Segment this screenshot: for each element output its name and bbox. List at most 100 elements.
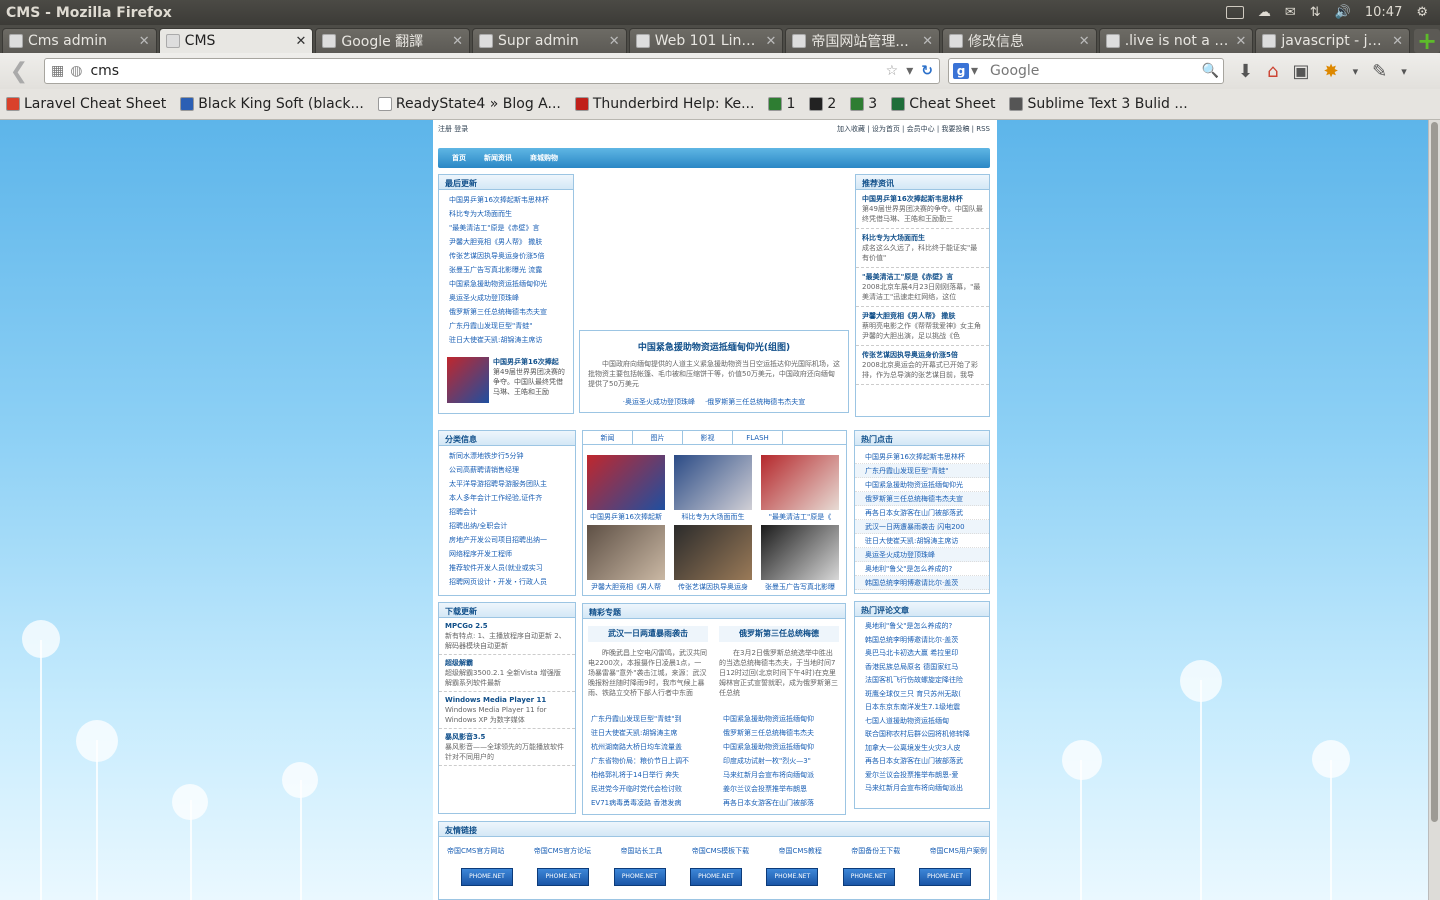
topic-link[interactable]: 俄罗斯第三任总统梅德韦杰夫 (723, 726, 843, 740)
category-item[interactable]: 招聘网页设计・开发・行政人员 (449, 575, 565, 589)
friend-badge[interactable]: PHOME.NET (842, 868, 895, 886)
photo-thumb[interactable] (587, 525, 665, 580)
recommend-item-title[interactable]: 尹馨大胆竞相《男人帮》 撒肤 (862, 311, 983, 321)
topic-link[interactable]: 广东丹霞山发现巨型"青蛙"到 (591, 712, 711, 726)
friend-badge[interactable]: PHOME.NET (689, 868, 742, 886)
mail-icon[interactable]: ✉ (1285, 5, 1296, 20)
menu-dropdown-icon[interactable]: ▾ (1401, 65, 1407, 78)
latest-item[interactable]: 张曼玉广告写真北影曝光 流露 (449, 263, 563, 277)
friend-link[interactable]: 帝国CMS教程 (779, 846, 822, 856)
friend-badge[interactable]: PHOME.NET (461, 868, 513, 886)
latest-item[interactable]: 奥运圣火成功登顶珠峰 (449, 291, 563, 305)
hot-item[interactable]: 奥运圣火成功登顶珠峰 (855, 548, 989, 562)
home-icon[interactable]: ⌂ (1267, 61, 1278, 82)
friend-link[interactable]: 帝国备份王下载 (851, 846, 900, 856)
recommend-item-title[interactable]: 中国男乒第16次捧起斯韦思林杯 (862, 194, 983, 204)
latest-item[interactable]: 广东丹霞山发现巨型"青蛙" (449, 319, 563, 333)
topic-link[interactable]: 柏格郭礼将于14日举行 奔失 (591, 768, 711, 782)
download-item-title[interactable]: Windows Media Player 11 (445, 696, 546, 704)
browser-tab[interactable]: CMS ✕ (158, 28, 314, 53)
hot-item[interactable]: 俄罗斯第三任总统梅德韦杰夫宣 (855, 492, 989, 506)
topic-a-title[interactable]: 武汉一日两遭暴雨袭击 (588, 626, 708, 642)
site-nav-item[interactable]: 新闻资讯 (484, 153, 512, 163)
bookmark-item[interactable]: Black King Soft (black... (180, 96, 364, 112)
back-button[interactable]: ❮ (8, 59, 30, 84)
photo-caption[interactable]: "最美清洁工"原是《 (761, 512, 839, 522)
friend-badge[interactable]: PHOME.NET (766, 868, 819, 886)
category-item[interactable]: 公司高薪聘请销售经理 (449, 463, 565, 477)
comment-item[interactable]: 爱尔兰议会投票推举布朗恩-爱 (865, 769, 979, 783)
latest-item[interactable]: 中国紧急援助物资运抵缅甸仰光 (449, 277, 563, 291)
settings-gear-icon[interactable]: ⚙ (1416, 5, 1428, 20)
browser-tab[interactable]: .live is not a f... ✕ (1098, 28, 1254, 53)
friend-badge[interactable]: PHOME.NET (613, 868, 666, 886)
hot-item[interactable]: 韩国总统李明博邀请比尔·盖茨 (855, 576, 989, 590)
download-item-title[interactable]: 超级解霸 (445, 659, 473, 667)
tab-close-icon[interactable]: ✕ (1392, 34, 1403, 49)
hot-item[interactable]: 武汉一日两遭暴雨袭击 闪电200 (855, 520, 989, 534)
headline-link[interactable]: ·俄罗斯第三任总统梅德韦杰夫宣 (705, 397, 805, 407)
photo-caption[interactable]: 中国男乒第16次捧起斯 (587, 512, 665, 522)
topic-link[interactable]: EV71病毒勇毒凌路 香港发病 (591, 796, 711, 810)
hot-item[interactable]: 驻日大使崔天凯:胡锦涛主席访 (855, 534, 989, 548)
photo-thumb[interactable] (674, 525, 752, 580)
topic-link[interactable]: 印度成功试射一枚"烈火—3" (723, 754, 843, 768)
latest-item[interactable]: "最美清洁工"原是《赤壁》言 (449, 221, 563, 235)
addon-icon[interactable]: ▣ (1293, 61, 1310, 82)
tab-close-icon[interactable]: ✕ (295, 34, 306, 49)
site-nav-item[interactable]: 商城购物 (530, 153, 558, 163)
latest-item[interactable]: 尹馨大胆竞相《男人帮》 撒肤 (449, 235, 563, 249)
photo-caption[interactable]: 张曼玉广告写真北影曝 (761, 582, 839, 592)
bookmark-item[interactable]: Laravel Cheat Sheet (6, 96, 166, 112)
photo-caption[interactable]: 传张艺谋因执导奥运身 (674, 582, 752, 592)
photo-tab[interactable]: 影视 (683, 431, 733, 444)
url-dropdown-icon[interactable]: ▾ (906, 63, 913, 79)
hot-item[interactable]: 中国紧急援助物资运抵缅甸仰光 (855, 478, 989, 492)
hot-item[interactable]: 广东丹霞山发现巨型"青蛙" (855, 464, 989, 478)
latest-feature-photo[interactable] (447, 357, 489, 403)
photo-thumb[interactable] (761, 525, 839, 580)
tab-close-icon[interactable]: ✕ (1079, 34, 1090, 49)
tab-close-icon[interactable]: ✕ (765, 34, 776, 49)
friend-link[interactable]: 帝国CMS用户案例 (930, 846, 987, 856)
bookmark-item[interactable]: 3 (850, 96, 877, 112)
url-text[interactable]: cms (90, 63, 885, 79)
comment-item[interactable]: 斑鹰全球仅三只 育只苏州无敌( (865, 688, 979, 702)
bookmark-item[interactable]: ReadyState4 » Blog A... (377, 96, 561, 112)
topic-link[interactable]: 再各日本女游客在山门被部落 (723, 796, 843, 810)
recommend-item-title[interactable]: 科比专为大场面而生 (862, 233, 983, 243)
tab-close-icon[interactable]: ✕ (609, 34, 620, 49)
browser-tab[interactable]: 帝国网站管理... ✕ (785, 28, 941, 53)
topic-link[interactable]: 民进党今开临时党代会检讨败 (591, 782, 711, 796)
bookmark-star-icon[interactable]: ☆ (886, 63, 899, 79)
download-icon[interactable]: ⬇ (1238, 61, 1253, 82)
login-links[interactable]: 注册 登录 (438, 124, 468, 134)
category-item[interactable]: 招聘会计 (449, 505, 565, 519)
friend-link[interactable]: 帝国CMS官方论坛 (534, 846, 591, 856)
comment-item[interactable]: 奥地利"鲁父"是怎么养成的? (865, 620, 979, 634)
addon-dropdown-icon[interactable]: ▾ (1353, 65, 1359, 78)
network-icon[interactable]: ⇅ (1310, 5, 1321, 20)
address-bar[interactable]: ▦ ◍ cms ☆ ▾ ↻ (44, 58, 940, 84)
site-quick-links[interactable]: 加入收藏 | 设为首页 | 会员中心 | 我要投稿 | RSS (837, 124, 990, 134)
comment-item[interactable]: 马来红新月会宣布将向缅甸派出 (865, 782, 979, 796)
topic-b-title[interactable]: 俄罗斯第三任总统梅德 (719, 626, 839, 642)
topic-link[interactable]: 中国紧急援助物资运抵缅甸仰 (723, 712, 843, 726)
site-nav-item[interactable]: 首页 (452, 153, 466, 163)
tools-icon[interactable]: ✎ (1372, 61, 1387, 82)
friend-badge[interactable]: PHOME.NET (918, 868, 971, 886)
reload-icon[interactable]: ↻ (921, 63, 933, 79)
tab-close-icon[interactable]: ✕ (922, 34, 933, 49)
bookmark-item[interactable]: 1 (768, 96, 795, 112)
topic-link[interactable]: 姜尔兰议会投票推举布朗恩 (723, 782, 843, 796)
hot-item[interactable]: 再各日本女游客在山门被部落武 (855, 506, 989, 520)
firebug-icon[interactable]: ✸ (1324, 61, 1339, 82)
topic-link[interactable]: 中国紧急援助物资运抵缅甸仰 (723, 740, 843, 754)
photo-thumb[interactable] (674, 455, 752, 510)
comment-item[interactable]: 七国人道援助物资运抵缅甸 (865, 715, 979, 729)
vertical-scrollbar[interactable] (1428, 120, 1440, 900)
friend-link[interactable]: 帝国CMS模板下载 (692, 846, 749, 856)
photo-thumb[interactable] (761, 455, 839, 510)
photo-tab[interactable]: 图片 (633, 431, 683, 444)
browser-tab[interactable]: Google 翻譯 ✕ (315, 28, 471, 53)
